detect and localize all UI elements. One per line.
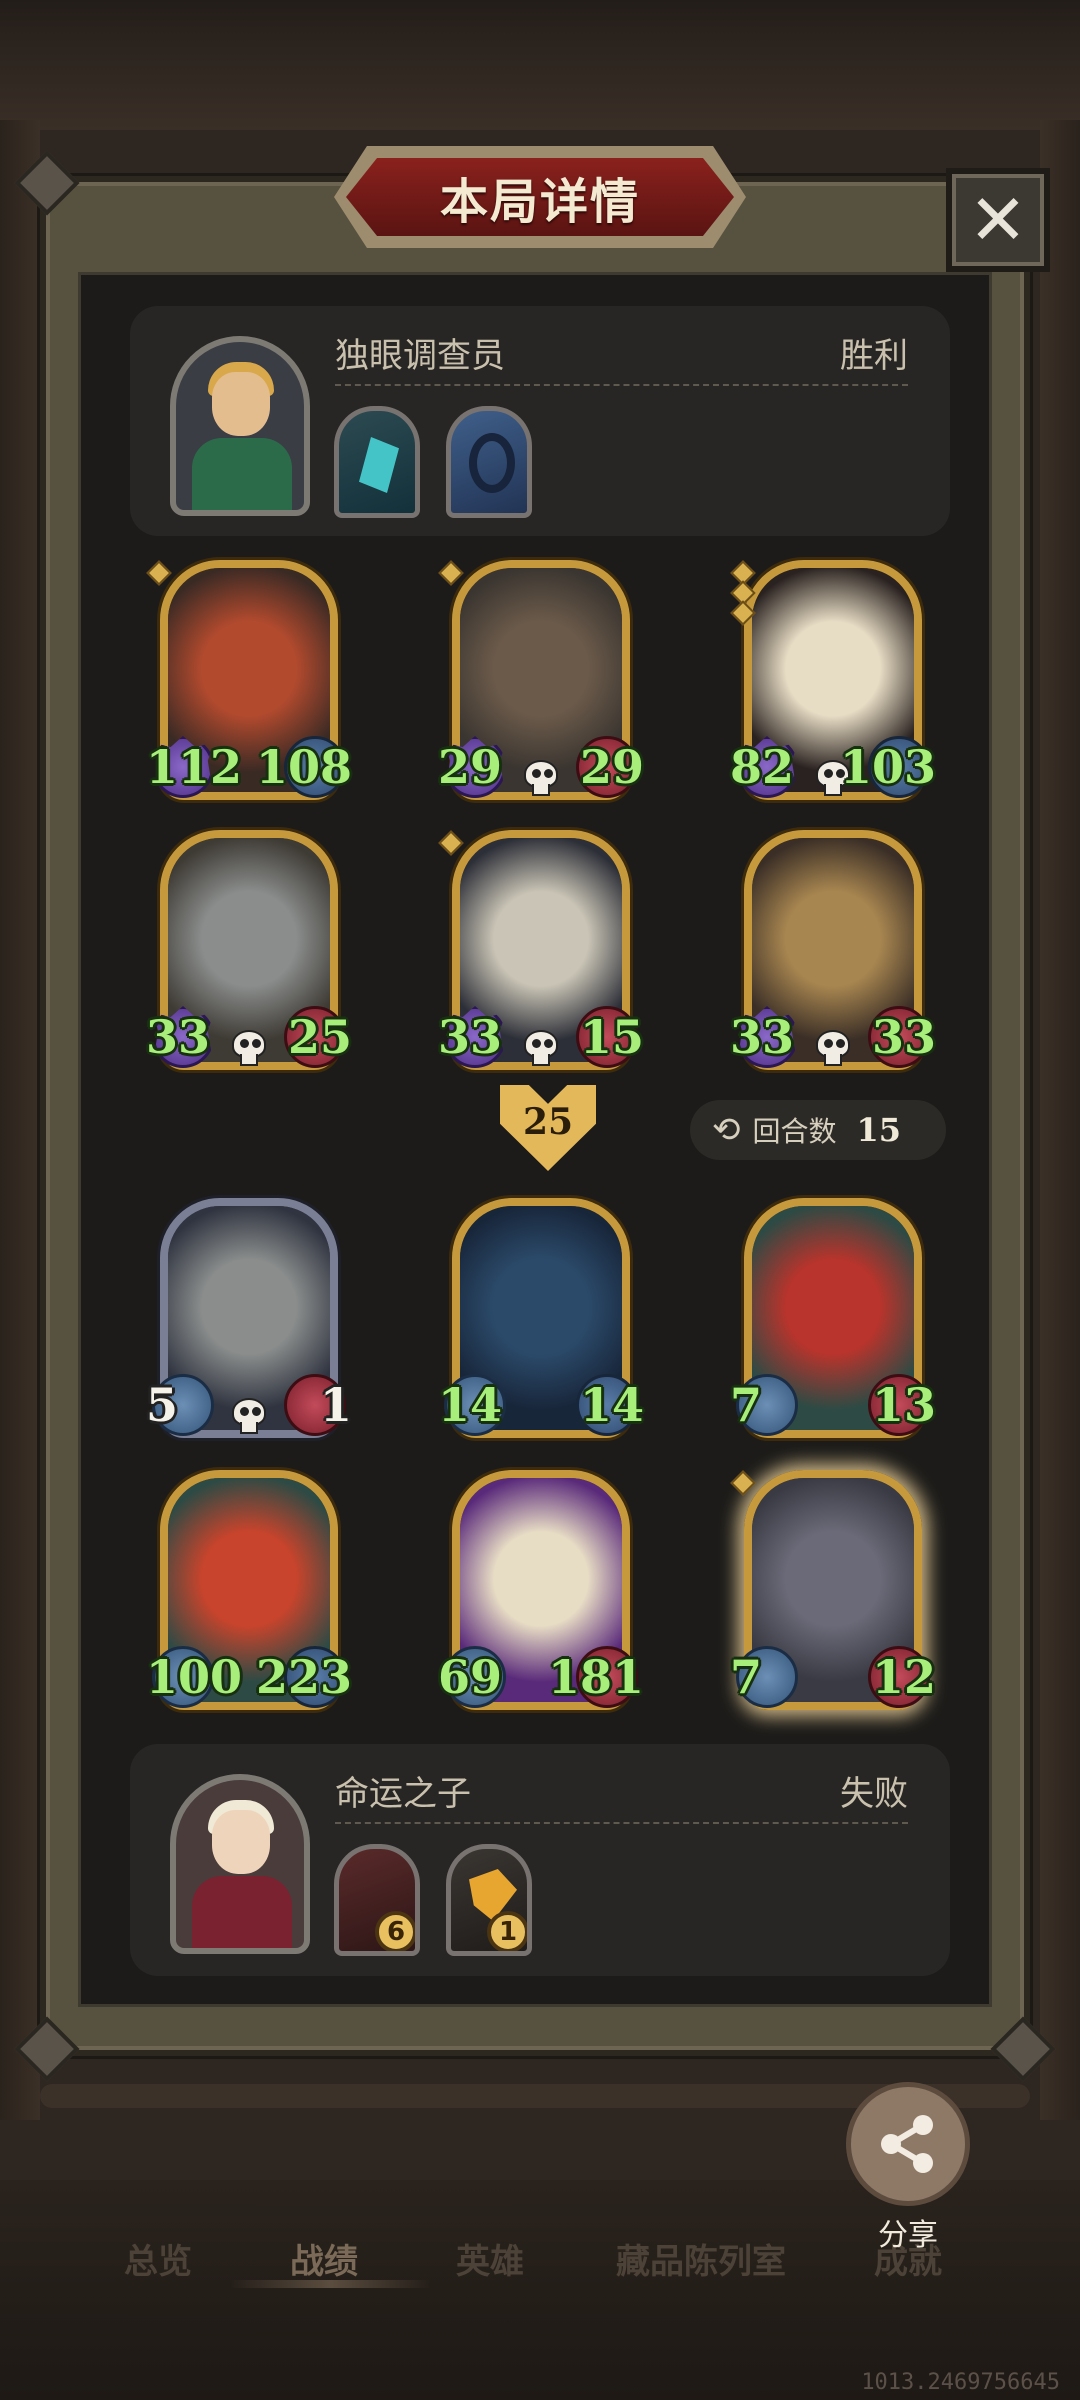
- round-value: 15: [856, 1111, 902, 1149]
- winner-player-row: 独眼调查员 胜利: [130, 306, 950, 536]
- minion-card[interactable]: 51: [146, 1198, 352, 1438]
- minion-card[interactable]: 14 14: [438, 1198, 644, 1438]
- trinket-count-badge: 6: [375, 1911, 415, 1951]
- health-value: 29: [579, 740, 644, 794]
- loser-trinket-2[interactable]: 1: [446, 1844, 532, 1956]
- attack-value: 7: [730, 1650, 763, 1704]
- health-value: 15: [579, 1010, 644, 1064]
- build-id: 1013.2469756645: [861, 2370, 1060, 2395]
- tier-pip: [438, 560, 464, 586]
- tier-pips: [438, 830, 464, 856]
- tier-pips: [730, 560, 756, 626]
- minion-card[interactable]: 112 108: [146, 560, 352, 800]
- skull-icon: [522, 1030, 560, 1066]
- attack-value: 29: [438, 740, 503, 794]
- skull-icon: [230, 1398, 268, 1434]
- tier-pips: [730, 1470, 756, 1496]
- nav-tab-collection[interactable]: 藏品陈列室: [616, 2234, 786, 2283]
- loser-name: 命运之子: [335, 1774, 471, 1814]
- minion-card[interactable]: 82 103: [730, 560, 936, 800]
- damage-value: 25: [522, 1101, 574, 1143]
- health-value: 223: [255, 1650, 352, 1704]
- close-icon: ✕: [968, 179, 1028, 261]
- health-value: 181: [547, 1650, 644, 1704]
- title-banner: 本局详情: [334, 146, 746, 248]
- health-value: 12: [871, 1650, 936, 1704]
- tier-pip: [146, 560, 172, 586]
- health-value: 108: [255, 740, 352, 794]
- loser-player-row: 命运之子 失败 6 1: [130, 1744, 950, 1976]
- health-value: 13: [871, 1378, 936, 1432]
- attack-value: 69: [438, 1650, 503, 1704]
- tier-pip: [438, 830, 464, 856]
- minion-card[interactable]: 29 29: [438, 560, 644, 800]
- active-tab-indicator: [230, 2280, 430, 2288]
- winner-trinket-1[interactable]: [334, 406, 420, 518]
- winner-result: 胜利: [840, 336, 908, 376]
- share-label: 分享: [878, 2218, 938, 2253]
- minion-card[interactable]: 33 33: [730, 830, 936, 1070]
- attack-value: 5: [146, 1378, 179, 1432]
- health-value: 33: [871, 1010, 936, 1064]
- minion-card[interactable]: 7 13: [730, 1198, 936, 1438]
- nav-tab-records[interactable]: 战绩: [290, 2234, 358, 2283]
- attack-value: 100: [146, 1650, 243, 1704]
- round-count-pill: ⟲ 回合数 15: [690, 1100, 946, 1160]
- skull-icon: [230, 1030, 268, 1066]
- nav-tab-overview[interactable]: 总览: [124, 2234, 192, 2283]
- attack-value: 82: [730, 740, 795, 794]
- tier-pip: [730, 1470, 756, 1496]
- attack-value: 14: [438, 1378, 503, 1432]
- divider: [335, 384, 908, 386]
- winner-trinket-2[interactable]: [446, 406, 532, 518]
- health-value: 1: [319, 1378, 352, 1432]
- tier-pips: [146, 560, 172, 586]
- divider: [335, 1822, 908, 1824]
- left-background: [0, 120, 40, 2120]
- skull-icon: [814, 1030, 852, 1066]
- minion-card[interactable]: 69 181: [438, 1470, 644, 1710]
- close-button[interactable]: ✕: [946, 168, 1050, 272]
- page-title: 本局详情: [439, 174, 640, 230]
- loser-hero-portrait[interactable]: [170, 1774, 310, 1954]
- share-button[interactable]: [846, 2082, 970, 2206]
- winner-hero-portrait[interactable]: [170, 336, 310, 516]
- trinket-count-badge: 1: [487, 1911, 527, 1951]
- top-background: [0, 0, 1080, 130]
- attack-value: 33: [438, 1010, 503, 1064]
- health-value: 25: [287, 1010, 352, 1064]
- refresh-icon: ⟲: [712, 1110, 741, 1150]
- health-value: 103: [839, 740, 936, 794]
- minion-card[interactable]: 100 223: [146, 1470, 352, 1710]
- skull-icon: [522, 760, 560, 796]
- tier-pips: [438, 560, 464, 586]
- minion-card[interactable]: 33 25: [146, 830, 352, 1070]
- right-background: [1040, 120, 1080, 2120]
- damage-indicator: 25: [500, 1085, 596, 1171]
- winner-name: 独眼调查员: [335, 336, 505, 376]
- health-value: 14: [579, 1378, 644, 1432]
- minion-card[interactable]: 33 15: [438, 830, 644, 1070]
- attack-value: 33: [730, 1010, 795, 1064]
- attack-value: 33: [146, 1010, 211, 1064]
- round-label: 回合数: [752, 1115, 837, 1148]
- attack-value: 112: [146, 740, 243, 794]
- loser-result: 失败: [840, 1774, 908, 1814]
- tier-pip: [730, 600, 756, 626]
- share-icon: [881, 2115, 933, 2173]
- loser-trinket-1[interactable]: 6: [334, 1844, 420, 1956]
- minion-card[interactable]: 7 12: [730, 1470, 936, 1710]
- nav-tab-heroes[interactable]: 英雄: [456, 2234, 524, 2283]
- attack-value: 7: [730, 1378, 763, 1432]
